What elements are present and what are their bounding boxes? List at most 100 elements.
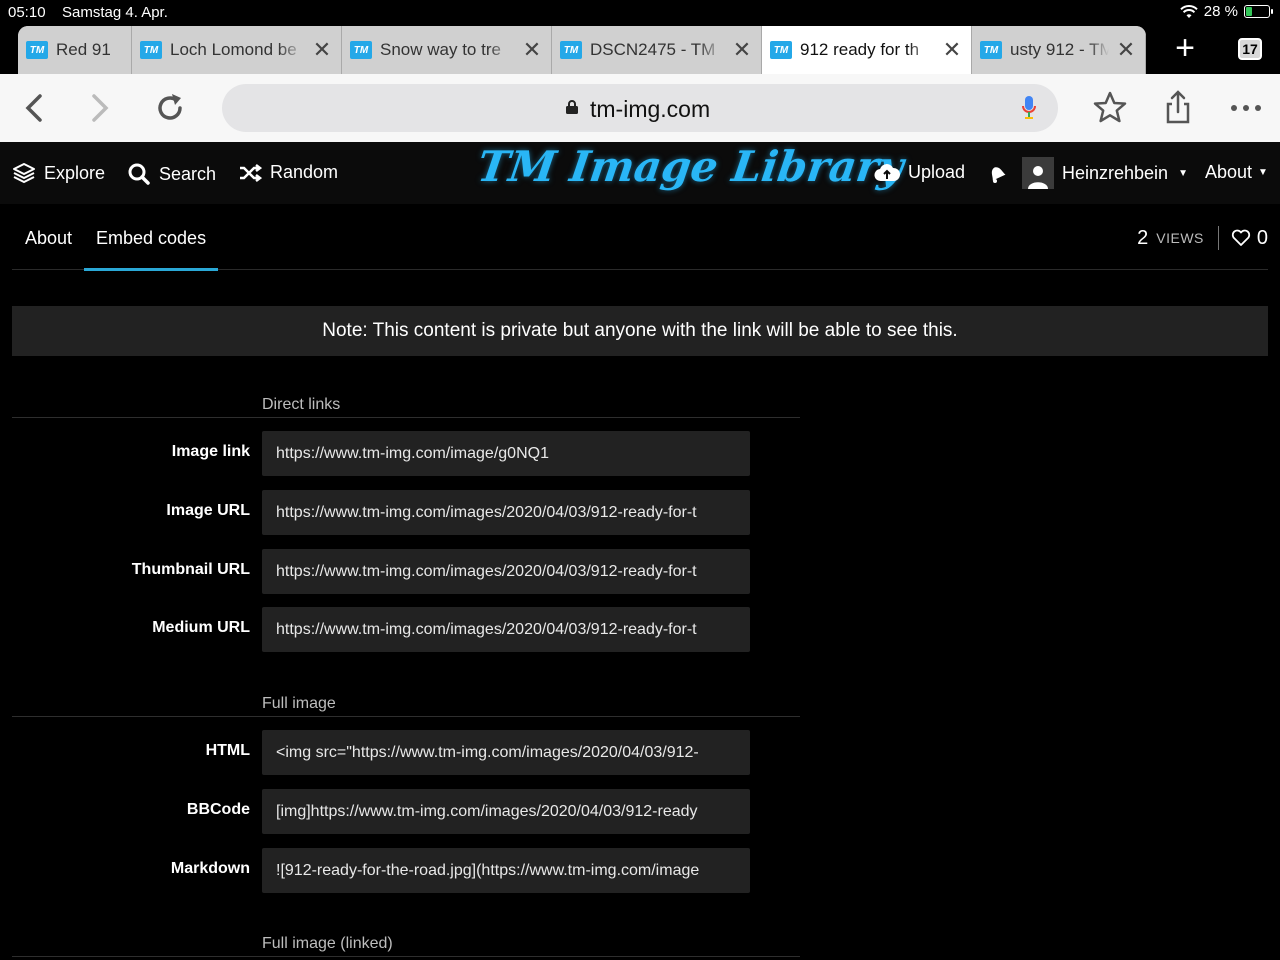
random-label: Random [270,162,339,182]
embed-code-field[interactable]: [img]https://www.tm-img.com/images/2020/… [262,789,750,834]
user-icon [1028,166,1048,189]
status-right: 28 % [1180,3,1273,20]
tm-favicon-icon: TM [140,41,162,59]
embed-row: Medium URL https://www.tm-img.com/images/… [12,607,750,653]
new-tab-icon[interactable]: + [1168,31,1202,66]
bell-icon [991,167,1006,183]
embed-label: Image link [171,443,250,460]
explore-label: Explore [44,162,106,183]
tab-count-button[interactable]: 17 [1238,38,1262,60]
tm-favicon-icon: TM [770,41,792,59]
user-menu[interactable]: Heinzrehbein ▼ [1022,157,1188,189]
status-time: 05:10 [8,4,46,21]
cloud-upload-icon [874,163,900,181]
browser-tab-title: Snow way to tre [380,40,501,59]
browser-tab-title: Loch Lomond be [170,40,297,59]
browser-tab[interactable]: TM 912 ready for th ✕ [762,26,972,74]
lock-icon [566,100,578,114]
tab-about[interactable]: About [25,228,72,249]
more-icon[interactable] [1226,88,1266,128]
battery-level [1246,7,1252,16]
tm-favicon-icon: TM [560,41,582,59]
random-link[interactable]: Random [238,162,338,183]
chevron-down-icon: ▼ [1178,167,1188,179]
embed-code-field[interactable]: <img src="https://www.tm-img.com/images/… [262,730,750,775]
views-label: VIEWS [1156,230,1204,246]
embed-row: Image link https://www.tm-img.com/image/g… [12,431,750,477]
embed-row: Image URL https://www.tm-img.com/images/2… [12,490,750,536]
status-date: Samstag 4. Apr. [62,4,168,21]
content-tabs: About Embed codes 2 VIEWS 0 [12,204,1268,271]
embed-row: Markdown ![912-ready-for-the-road.jpg](ht… [12,848,750,894]
heart-icon[interactable] [1231,229,1251,247]
share-icon[interactable] [1158,88,1198,128]
image-stats: 2 VIEWS 0 [1137,226,1268,250]
browser-tab-title: 912 ready for th [800,40,920,59]
embed-label: Image URL [166,502,250,519]
site-header: Explore Search Random TM Image Library U… [0,142,1280,204]
embed-label: BBCode [186,801,250,818]
back-icon[interactable] [14,88,54,128]
embed-label: Markdown [170,860,250,877]
browser-tab-title: usty 912 - TM I [1010,40,1109,59]
section-divider [12,956,800,957]
browser-tab[interactable]: TM Red 91 [18,26,132,74]
section-divider [12,716,800,717]
site-logo[interactable]: TM Image Library [475,142,907,191]
browser-tab[interactable]: TM Loch Lomond be ✕ [132,26,342,74]
notifications-button[interactable] [986,162,1008,184]
embed-code-field[interactable]: https://www.tm-img.com/images/2020/04/03… [262,490,750,535]
layers-icon [13,163,35,184]
close-tab-icon[interactable]: ✕ [311,37,333,63]
upload-link[interactable]: Upload [874,162,965,183]
battery-percent: 28 % [1203,3,1238,20]
tab-embed-codes[interactable]: Embed codes [83,228,219,271]
browser-tab-strip: TM Red 91 TM Loch Lomond be ✕ TM Snow way to t… [0,24,1280,74]
search-icon [128,163,150,185]
forward-icon[interactable] [80,88,120,128]
search-link[interactable]: Search [127,162,216,186]
bookmark-star-icon[interactable] [1090,88,1130,128]
embed-row: BBCode [img]https://www.tm-img.com/images… [12,789,750,835]
embed-label: Medium URL [152,619,250,636]
browser-tab[interactable]: TM Snow way to tre ✕ [342,26,552,74]
embed-code-field[interactable]: https://www.tm-img.com/images/2020/04/03… [262,549,750,594]
stats-divider [1217,226,1219,250]
section-divider [12,417,800,418]
reload-icon[interactable] [150,88,190,128]
close-tab-icon[interactable]: ✕ [731,37,753,63]
chevron-down-icon: ▼ [1258,167,1268,178]
close-tab-icon[interactable]: ✕ [521,37,543,63]
privacy-note: Note: This content is private but anyone… [12,306,1268,356]
browser-tab[interactable]: TM DSCN2475 - TM ✕ [552,26,762,74]
embed-code-field[interactable]: https://www.tm-img.com/image/g0NQ1 [262,431,750,476]
tab-list: TM Red 91 TM Loch Lomond be ✕ TM Snow way to t… [18,26,1146,74]
status-bar: 05:10 Samstag 4. Apr. 28 % [0,0,1280,24]
embed-label: Thumbnail URL [131,561,250,578]
user-name: Heinzrehbein [1062,162,1169,183]
embed-row: Thumbnail URL https://www.tm-img.com/imag… [12,549,750,595]
shuffle-icon [240,163,262,182]
embed-label: HTML [205,742,250,759]
tm-favicon-icon: TM [980,41,1002,59]
close-tab-icon[interactable]: ✕ [1115,37,1137,63]
search-label: Search [159,163,217,184]
browser-tab-title: Red 91 [56,40,111,59]
close-tab-icon[interactable]: ✕ [941,37,963,63]
explore-link[interactable]: Explore [12,162,105,184]
section-heading: Full image [262,695,336,712]
embed-code-field[interactable]: https://www.tm-img.com/images/2020/04/03… [262,607,750,652]
browser-tab[interactable]: TM usty 912 - TM I ✕ [972,26,1146,74]
about-menu-label: About [1205,162,1253,182]
embed-row: HTML <img src="https://www.tm-img.com/ima… [12,730,750,776]
likes-count: 0 [1256,226,1268,249]
section-heading: Direct links [262,396,341,413]
microphone-icon[interactable] [1022,96,1036,120]
views-count: 2 [1137,226,1149,249]
embed-code-field[interactable]: ![912-ready-for-the-road.jpg](https://ww… [262,848,750,893]
about-menu[interactable]: About ▼ [1205,162,1268,183]
upload-label: Upload [908,162,966,182]
browser-tab-title: DSCN2475 - TM [590,40,716,59]
address-bar[interactable]: tm-img.com [222,84,1058,132]
tm-favicon-icon: TM [26,41,48,59]
